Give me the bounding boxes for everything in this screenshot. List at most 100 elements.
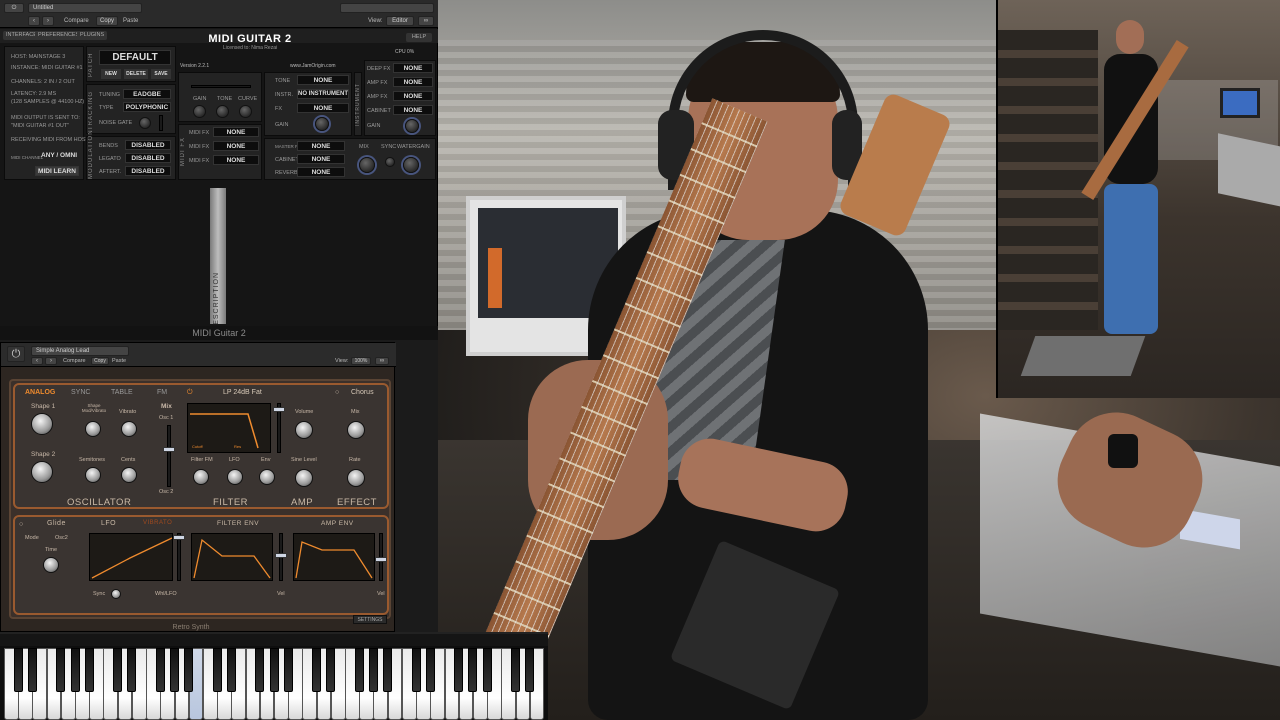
patch-name[interactable]: DEFAULT — [99, 50, 171, 65]
watergain-knob[interactable] — [403, 157, 419, 173]
filter-env-knob[interactable] — [259, 469, 275, 485]
black-key[interactable] — [482, 648, 492, 692]
black-key[interactable] — [226, 648, 236, 692]
midi-fx-slot-3[interactable]: NONE — [213, 155, 259, 165]
link-icon[interactable]: ∞ — [375, 357, 389, 365]
shape-mod-knob[interactable] — [85, 421, 101, 437]
black-key[interactable] — [13, 648, 23, 692]
reverb-selector[interactable]: NONE — [297, 167, 345, 177]
osc-mix-fader-handle[interactable] — [163, 447, 175, 452]
copy-button[interactable]: Copy — [91, 357, 109, 365]
amp-env-display[interactable] — [293, 533, 375, 581]
shape-2-knob[interactable] — [31, 461, 53, 483]
filter-lfo-knob[interactable] — [227, 469, 243, 485]
black-key[interactable] — [383, 648, 393, 692]
next-preset-icon[interactable]: › — [42, 16, 54, 26]
tab-plugins[interactable]: PLUGINS — [77, 31, 108, 40]
view-selector[interactable]: Editor — [386, 16, 414, 26]
tab-table[interactable]: TABLE — [111, 389, 133, 396]
noise-gate-knob[interactable] — [139, 117, 151, 129]
effect-rate-knob[interactable] — [347, 469, 365, 487]
black-key[interactable] — [511, 648, 521, 692]
description-tab[interactable]: DESCRIPTION — [210, 188, 226, 331]
aftertouch-selector[interactable]: DISABLED — [125, 166, 171, 176]
master-fx-selector[interactable]: NONE — [297, 141, 345, 151]
chorus-power-icon[interactable]: ○ — [335, 389, 339, 396]
host-options[interactable] — [340, 3, 434, 13]
lfo-fader-handle[interactable] — [173, 535, 185, 540]
osc-mix-fader[interactable] — [167, 425, 171, 487]
deep-fx-selector[interactable]: NONE — [393, 63, 433, 73]
bends-selector[interactable]: DISABLED — [125, 140, 171, 150]
amp-env-fader-handle[interactable] — [375, 557, 387, 562]
black-key[interactable] — [411, 648, 421, 692]
paste-button[interactable]: Paste — [112, 357, 126, 365]
power-icon[interactable]: ⏻ — [7, 346, 25, 362]
black-key[interactable] — [326, 648, 336, 692]
black-key[interactable] — [454, 648, 464, 692]
website-link[interactable]: www.JamOrigin.com — [290, 62, 336, 70]
previous-preset-icon[interactable]: ‹ — [31, 357, 43, 365]
master-cabinet-selector[interactable]: NONE — [297, 154, 345, 164]
help-button[interactable]: HELP — [406, 33, 432, 42]
preset-selector[interactable]: Untitled — [28, 3, 142, 13]
power-icon[interactable]: ⏻ — [4, 3, 24, 13]
delete-patch-button[interactable]: DELETE — [124, 69, 148, 79]
black-key[interactable] — [56, 648, 66, 692]
black-key[interactable] — [255, 648, 265, 692]
compare-button[interactable]: Compare — [64, 17, 89, 25]
tab-lfo[interactable]: LFO — [101, 520, 116, 527]
shape-1-knob[interactable] — [31, 413, 53, 435]
lfo-sync-toggle[interactable] — [111, 589, 121, 599]
volume-knob[interactable] — [295, 421, 313, 439]
effect-mix-knob[interactable] — [347, 421, 365, 439]
amp-fx-selector-1[interactable]: NONE — [393, 77, 433, 87]
filter-env-display[interactable] — [191, 533, 273, 581]
tone-selector[interactable]: NONE — [297, 75, 349, 85]
legato-selector[interactable]: DISABLED — [125, 153, 171, 163]
filter-power-icon[interactable]: ⏻ — [187, 389, 193, 397]
midi-fx-slot-2[interactable]: NONE — [213, 141, 259, 151]
filter-fm-knob[interactable] — [193, 469, 209, 485]
copy-button[interactable]: Copy — [96, 16, 118, 26]
filter-display[interactable]: Cutoff Res — [187, 403, 271, 453]
cabinet-selector[interactable]: NONE — [393, 105, 433, 115]
black-key[interactable] — [354, 648, 364, 692]
compare-button[interactable]: Compare — [63, 357, 86, 365]
curve-knob[interactable] — [239, 105, 252, 118]
tuning-selector[interactable]: EADGBE — [123, 89, 171, 99]
glide-mode-selector[interactable]: Osc2 — [55, 535, 68, 541]
glide-time-knob[interactable] — [43, 557, 59, 573]
instrument-fx-selector[interactable]: NONE — [297, 103, 349, 113]
black-key[interactable] — [84, 648, 94, 692]
midi-learn-button[interactable]: MIDI LEARN — [35, 166, 79, 176]
synth-preset-selector[interactable]: Simple Analog Lead — [31, 346, 129, 356]
amp-fx-selector-2[interactable]: NONE — [393, 91, 433, 101]
semitones-knob[interactable] — [85, 467, 101, 483]
black-key[interactable] — [155, 648, 165, 692]
glide-power-icon[interactable]: ○ — [19, 521, 23, 528]
black-key[interactable] — [269, 648, 279, 692]
filter-env-fader-handle[interactable] — [275, 553, 287, 558]
sync-knob[interactable] — [385, 157, 395, 167]
black-key[interactable] — [127, 648, 137, 692]
effect-type-selector[interactable]: Chorus — [351, 389, 374, 396]
black-key[interactable] — [468, 648, 478, 692]
filter-level-fader-handle[interactable] — [273, 407, 285, 412]
black-key[interactable] — [425, 648, 435, 692]
previous-preset-icon[interactable]: ‹ — [28, 16, 40, 26]
new-patch-button[interactable]: NEW — [101, 69, 121, 79]
black-key[interactable] — [170, 648, 180, 692]
next-preset-icon[interactable]: › — [45, 357, 57, 365]
sine-level-knob[interactable] — [295, 469, 313, 487]
black-key[interactable] — [27, 648, 37, 692]
black-key[interactable] — [283, 648, 293, 692]
cents-knob[interactable] — [121, 467, 137, 483]
tab-preferences[interactable]: PREFERENCES — [35, 31, 83, 40]
settings-button[interactable]: SETTINGS — [353, 615, 387, 624]
tracking-type-selector[interactable]: POLYPHONIC — [123, 102, 171, 112]
vibrato-knob[interactable] — [121, 421, 137, 437]
instrument-selector[interactable]: NO INSTRUMENT — [297, 89, 349, 99]
guitar-gain-knob[interactable] — [405, 119, 419, 133]
instrument-gain-knob[interactable] — [315, 117, 329, 131]
